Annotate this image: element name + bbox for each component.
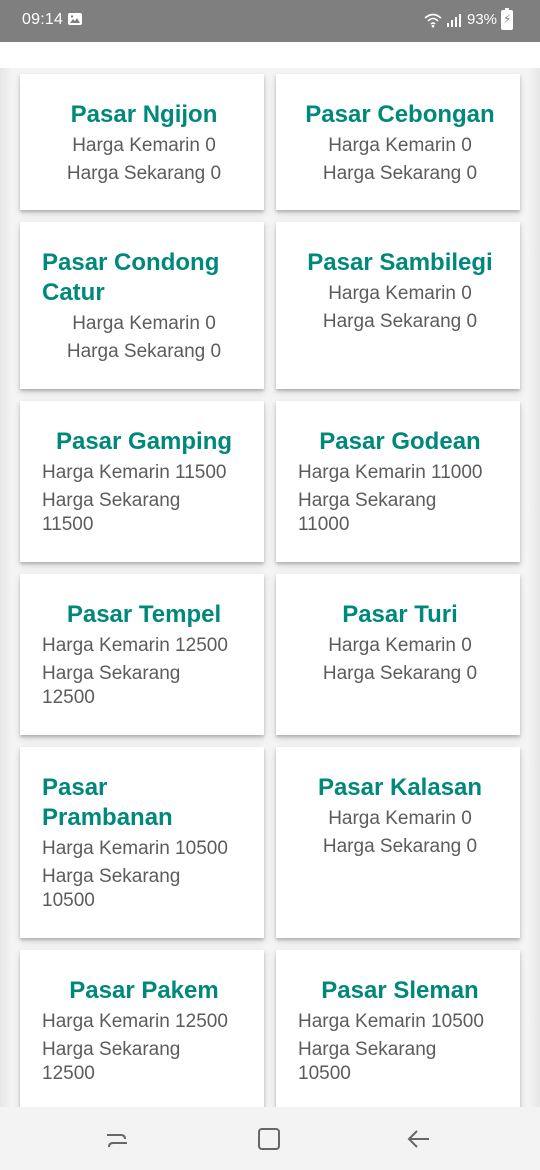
market-name: Pasar Pakem xyxy=(69,977,219,1004)
wifi-icon xyxy=(424,12,442,33)
harga-sekarang: Harga Sekarang 0 xyxy=(322,663,478,684)
harga-kemarin: Harga Kemarin 12500 xyxy=(42,1011,228,1032)
market-card[interactable]: Pasar Godean Harga Kemarin 11000 Harga S… xyxy=(276,401,520,562)
back-icon[interactable] xyxy=(405,1125,433,1153)
signal-icon xyxy=(446,12,462,33)
market-card[interactable]: Pasar Cebongan Harga Kemarin 0 Harga Sek… xyxy=(276,74,520,210)
market-card[interactable]: Pasar Ngijon Harga Kemarin 0 Harga Sekar… xyxy=(20,74,264,210)
harga-kemarin: Harga Kemarin 0 xyxy=(72,135,216,156)
navigation-bar xyxy=(0,1107,540,1170)
battery-percent: 93% xyxy=(467,11,498,28)
harga-kemarin: Harga Kemarin 10500 xyxy=(298,1011,484,1032)
harga-kemarin: Harga Kemarin 0 xyxy=(328,808,472,829)
market-name: Pasar Kalasan xyxy=(317,774,483,801)
harga-sekarang: Harga Sekarang 10500 xyxy=(42,866,181,911)
harga-kemarin: Harga Kemarin 12500 xyxy=(42,635,228,656)
harga-sekarang: Harga Sekarang 0 xyxy=(322,163,478,184)
harga-sekarang: Harga Sekarang 0 xyxy=(322,836,478,857)
market-name: Pasar Sleman xyxy=(321,977,479,1004)
harga-kemarin: Harga Kemarin 11000 xyxy=(298,462,483,483)
market-name: Pasar Gamping xyxy=(55,428,233,455)
harga-sekarang: Harga Sekarang 0 xyxy=(66,341,222,362)
market-card[interactable]: Pasar Turi Harga Kemarin 0 Harga Sekaran… xyxy=(276,574,520,735)
harga-kemarin: Harga Kemarin 11500 xyxy=(42,462,227,483)
market-card[interactable]: Pasar Sleman Harga Kemarin 10500 Harga S… xyxy=(276,950,520,1107)
harga-kemarin: Harga Kemarin 0 xyxy=(328,283,472,304)
market-name: Pasar Tempel xyxy=(66,601,222,628)
market-name: Pasar Godean xyxy=(319,428,481,455)
harga-kemarin: Harga Kemarin 0 xyxy=(328,635,472,656)
harga-kemarin: Harga Kemarin 0 xyxy=(72,313,216,334)
status-bar: 09:14 93% ⚡ xyxy=(0,0,540,42)
harga-sekarang: Harga Sekarang 11000 xyxy=(298,490,437,535)
market-card[interactable]: Pasar Kalasan Harga Kemarin 0 Harga Seka… xyxy=(276,747,520,938)
market-card[interactable]: Pasar Tempel Harga Kemarin 12500 Harga S… xyxy=(20,574,264,735)
market-card[interactable]: Pasar Prambanan Harga Kemarin 10500 Harg… xyxy=(20,747,264,938)
market-name: Pasar Sambilegi xyxy=(307,249,493,276)
market-card[interactable]: Pasar Pakem Harga Kemarin 12500 Harga Se… xyxy=(20,950,264,1107)
battery-icon: ⚡ xyxy=(501,8,513,30)
harga-sekarang: Harga Sekarang 12500 xyxy=(42,663,181,708)
recent-apps-icon[interactable] xyxy=(103,1125,131,1153)
harga-kemarin: Harga Kemarin 0 xyxy=(328,135,472,156)
market-name: Pasar Prambanan xyxy=(42,774,173,831)
harga-sekarang: Harga Sekarang 11500 xyxy=(42,490,181,535)
market-card[interactable]: Pasar Sambilegi Harga Kemarin 0 Harga Se… xyxy=(276,222,520,389)
market-card[interactable]: Pasar Condong Catur Harga Kemarin 0 Harg… xyxy=(20,222,264,389)
app-bar xyxy=(0,42,540,68)
home-icon[interactable] xyxy=(255,1125,283,1153)
status-time: 09:14 xyxy=(22,11,64,28)
harga-sekarang: Harga Sekarang 0 xyxy=(66,163,222,184)
gallery-icon xyxy=(68,13,82,25)
harga-sekarang: Harga Sekarang 10500 xyxy=(298,1039,437,1084)
harga-kemarin: Harga Kemarin 10500 xyxy=(42,838,228,859)
market-name: Pasar Condong Catur xyxy=(42,249,220,306)
market-name: Pasar Cebongan xyxy=(305,101,495,128)
harga-sekarang: Harga Sekarang 0 xyxy=(322,311,478,332)
market-grid: Pasar Ngijon Harga Kemarin 0 Harga Sekar… xyxy=(20,74,520,1107)
harga-sekarang: Harga Sekarang 12500 xyxy=(42,1039,181,1084)
market-name: Pasar Turi xyxy=(342,601,458,628)
market-card[interactable]: Pasar Gamping Harga Kemarin 11500 Harga … xyxy=(20,401,264,562)
market-list[interactable]: Pasar Ngijon Harga Kemarin 0 Harga Sekar… xyxy=(0,68,540,1107)
market-name: Pasar Ngijon xyxy=(70,101,218,128)
